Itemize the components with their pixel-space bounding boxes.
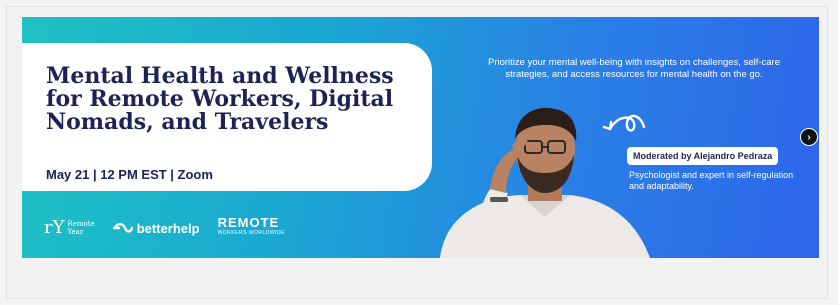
title-card: Mental Health and Wellness for Remote Wo… — [22, 43, 432, 191]
moderator-description: Psychologist and expert in self-regulati… — [629, 170, 794, 191]
remote-year-mark: rY — [44, 217, 65, 238]
remote-year-word-1: Remote — [67, 220, 95, 228]
remote-workers-logo: REMOTE WORKERS WORLDWIDE — [217, 215, 285, 238]
swirl-arrow-icon — [602, 114, 646, 132]
betterhelp-logo: betterhelp — [112, 220, 200, 236]
carousel-next-button[interactable]: › — [800, 128, 818, 146]
remote-year-word-2: Year — [67, 228, 84, 236]
remote-year-logo: rY Remote Year — [44, 219, 95, 237]
partner-logos: rY Remote Year betterhelp REMOTE WORKERS… — [44, 215, 285, 239]
remote-workers-wordmark: REMOTE — [217, 215, 280, 230]
promo-text: Prioritize your mental well-being with i… — [488, 57, 780, 80]
moderator-badge: Moderated by Alejandro Pedraza — [627, 147, 779, 165]
event-title: Mental Health and Wellness for Remote Wo… — [46, 63, 394, 135]
event-banner[interactable]: Mental Health and Wellness for Remote Wo… — [22, 17, 819, 258]
betterhelp-wordmark: betterhelp — [136, 220, 200, 236]
betterhelp-icon — [112, 223, 133, 233]
chevron-right-icon: › — [807, 131, 811, 143]
event-date-time: May 21 | 12 PM EST | Zoom — [46, 167, 213, 182]
remote-workers-subtext: WORKERS WORLDWIDE — [217, 230, 285, 236]
